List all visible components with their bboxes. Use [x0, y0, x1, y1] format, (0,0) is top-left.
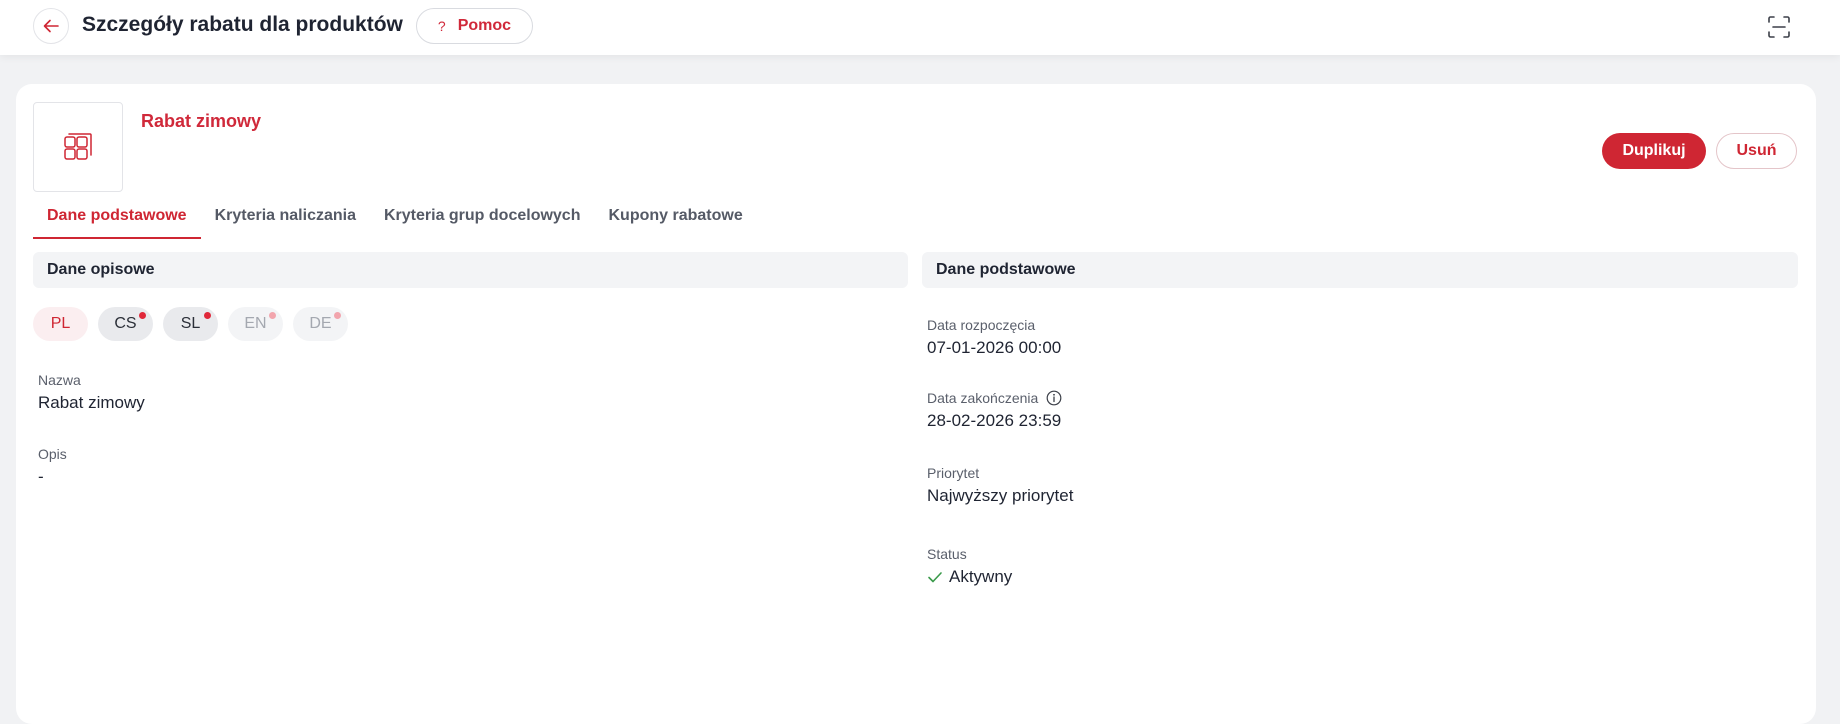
- help-button-label: Pomoc: [457, 17, 512, 34]
- duplicate-button[interactable]: Duplikuj: [1602, 133, 1706, 169]
- language-code: DE: [309, 315, 332, 332]
- status-value: Aktywny: [949, 567, 1013, 586]
- back-arrow-icon: [43, 19, 59, 33]
- help-button[interactable]: ? Pomoc: [416, 8, 533, 44]
- priority-value: Najwyższy priorytet: [927, 486, 1074, 505]
- end-date-label: Data zakończenia: [927, 390, 1039, 406]
- help-icon: ?: [437, 18, 446, 34]
- start-date-field: Data rozpoczęcia 07-01-2026 00:00: [927, 317, 1061, 358]
- end-date-value: 28-02-2026 23:59: [927, 411, 1062, 430]
- start-date-label: Data rozpoczęcia: [927, 317, 1036, 333]
- missing-translation-dot: [334, 312, 341, 319]
- end-date-label-row: Data zakończenia: [927, 390, 1062, 406]
- start-date-value: 07-01-2026 00:00: [927, 338, 1062, 357]
- name-field: Nazwa Rabat zimowy: [38, 372, 145, 413]
- page-title: Szczegóły rabatu dla produktów: [82, 13, 403, 36]
- language-code: CS: [114, 315, 137, 332]
- status-value-row: Aktywny: [927, 567, 1012, 587]
- language-code: SL: [180, 315, 201, 332]
- tab-basic-data[interactable]: Dane podstawowe: [33, 197, 201, 239]
- fullscreen-icon[interactable]: [1766, 14, 1792, 40]
- language-tab-en[interactable]: EN: [228, 307, 283, 341]
- description-label: Opis: [38, 446, 67, 462]
- status-label: Status: [927, 546, 967, 562]
- priority-label: Priorytet: [927, 465, 980, 481]
- discount-card: Rabat zimowy Duplikuj Usuń Dane podstawo…: [16, 84, 1816, 724]
- language-code: EN: [244, 315, 267, 332]
- language-tab-pl[interactable]: PL: [33, 307, 88, 341]
- top-bar: Szczegóły rabatu dla produktów ? Pomoc: [0, 0, 1840, 55]
- end-date-field: Data zakończenia 28-02-2026 23:59: [927, 390, 1062, 431]
- language-tab-de[interactable]: DE: [293, 307, 348, 341]
- back-button[interactable]: [33, 8, 69, 44]
- language-tab-sl[interactable]: SL: [163, 307, 218, 341]
- discount-thumbnail: [33, 102, 123, 192]
- priority-field: Priorytet Najwyższy priorytet: [927, 465, 1073, 506]
- description-field: Opis -: [38, 446, 67, 487]
- check-icon: [928, 572, 942, 583]
- discount-name: Rabat zimowy: [141, 111, 262, 131]
- info-icon[interactable]: [1046, 390, 1062, 406]
- missing-translation-dot: [139, 312, 146, 319]
- missing-translation-dot: [269, 312, 276, 319]
- missing-translation-dot: [204, 312, 211, 319]
- language-code: PL: [50, 315, 71, 332]
- description-value: -: [38, 467, 44, 486]
- tab-discount-coupons[interactable]: Kupony rabatowe: [594, 197, 756, 239]
- delete-button[interactable]: Usuń: [1716, 133, 1797, 169]
- tab-bar: Dane podstawowe Kryteria naliczania Kryt…: [33, 197, 757, 239]
- product-grid-icon: [64, 133, 92, 160]
- basic-section-header: Dane podstawowe: [922, 252, 1798, 288]
- language-tab-cs[interactable]: CS: [98, 307, 153, 341]
- language-switcher: PL CS SL EN DE: [33, 307, 348, 341]
- tab-calculation-criteria[interactable]: Kryteria naliczania: [201, 197, 370, 239]
- tab-target-group-criteria[interactable]: Kryteria grup docelowych: [370, 197, 595, 239]
- descriptive-section-header: Dane opisowe: [33, 252, 908, 288]
- name-label: Nazwa: [38, 372, 81, 388]
- name-value: Rabat zimowy: [38, 393, 145, 412]
- status-field: Status Aktywny: [927, 546, 1012, 587]
